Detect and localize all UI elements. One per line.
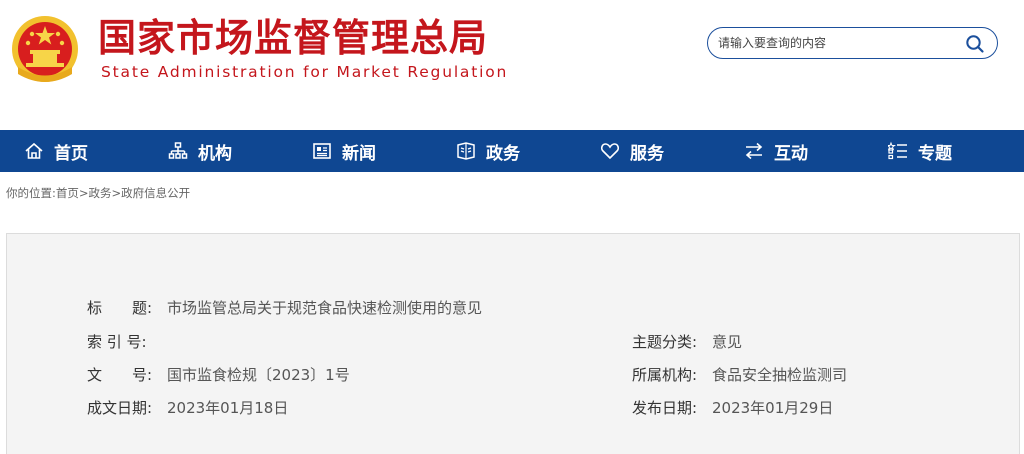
nav-item-home[interactable]: 首页	[24, 130, 88, 172]
nav-label: 机构	[198, 143, 232, 164]
breadcrumb-prefix: 你的位置:	[6, 186, 56, 200]
breadcrumb-link-home[interactable]: 首页	[56, 186, 79, 200]
created-date-label: 成文日期:	[87, 399, 153, 417]
published-date-label: 发布日期:	[632, 399, 698, 417]
document-number-label: 文 号:	[87, 366, 153, 384]
site-title-cn: 国家市场监督管理总局	[98, 16, 489, 60]
topic-category-label: 主题分类:	[632, 333, 698, 351]
national-emblem-icon	[12, 16, 78, 82]
nav-label: 政务	[486, 143, 520, 164]
heart-icon	[600, 143, 620, 160]
nav-label: 首页	[54, 143, 88, 164]
created-date-value: 2023年01月18日	[167, 399, 289, 417]
site-title-en: State Administration for Market Regulati…	[101, 63, 509, 81]
nav-label: 专题	[918, 143, 952, 164]
title-value: 市场监管总局关于规范食品快速检测使用的意见	[167, 299, 483, 317]
nav-item-interaction[interactable]: 互动	[744, 130, 808, 172]
index-number-label: 索 引 号:	[87, 333, 147, 351]
document-info-panel: 标 题: 市场监管总局关于规范食品快速检测使用的意见 索 引 号: 文 号: 国…	[6, 233, 1020, 454]
nav-item-topics[interactable]: 专题	[888, 130, 952, 172]
breadcrumb-link-info-disclosure[interactable]: 政府信息公开	[121, 186, 190, 200]
org-chart-icon	[168, 142, 188, 159]
nav-label: 服务	[630, 143, 664, 164]
organization-value: 食品安全抽检监测司	[712, 366, 848, 384]
breadcrumb-separator: >	[78, 186, 89, 200]
breadcrumb-link-affairs[interactable]: 政务	[89, 186, 112, 200]
topic-list-icon	[888, 141, 907, 160]
site-header: 国家市场监督管理总局 State Administration for Mark…	[0, 0, 1024, 130]
home-icon	[25, 142, 43, 159]
published-date-value: 2023年01月29日	[712, 399, 834, 417]
government-affairs-icon	[457, 142, 475, 160]
news-icon	[313, 143, 331, 159]
nav-item-news[interactable]: 新闻	[312, 130, 376, 172]
nav-label: 互动	[774, 143, 808, 164]
nav-item-government-affairs[interactable]: 政务	[456, 130, 520, 172]
exchange-arrows-icon	[745, 142, 763, 160]
nav-item-services[interactable]: 服务	[600, 130, 664, 172]
title-label: 标 题:	[87, 299, 153, 317]
organization-label: 所属机构:	[632, 366, 698, 384]
breadcrumb: 你的位置:首页>政务>政府信息公开	[6, 185, 190, 201]
search-icon[interactable]	[965, 34, 985, 54]
document-number-value: 国市监食检规〔2023〕1号	[167, 366, 350, 384]
breadcrumb-separator: >	[111, 186, 122, 200]
nav-item-organization[interactable]: 机构	[168, 130, 232, 172]
nav-label: 新闻	[342, 143, 376, 164]
main-nav: 首页 机构 新闻 政务 服务 互动 专题	[0, 130, 1024, 172]
search-input[interactable]	[718, 34, 958, 52]
topic-category-value: 意见	[712, 333, 743, 351]
search-box	[707, 27, 998, 59]
